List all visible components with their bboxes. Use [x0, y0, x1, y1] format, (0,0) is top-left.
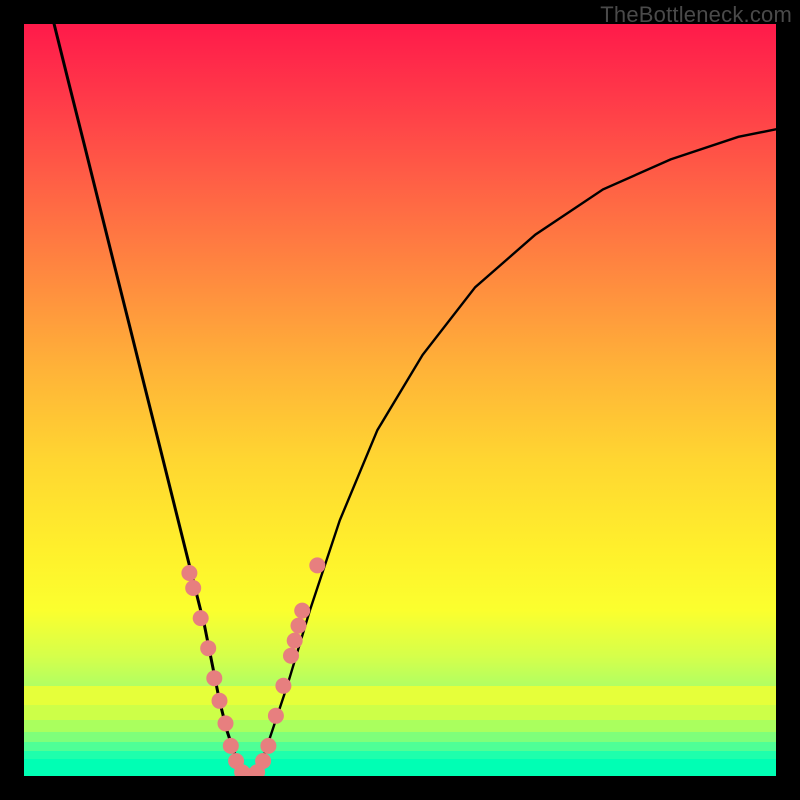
- highlight-dot: [268, 708, 284, 724]
- highlight-dot: [260, 738, 276, 754]
- highlight-dot: [275, 678, 291, 694]
- curve-right-branch: [250, 129, 776, 776]
- highlight-dot: [287, 633, 303, 649]
- watermark-text: TheBottleneck.com: [600, 2, 792, 28]
- outer-black-frame: [24, 24, 776, 776]
- highlight-dot: [200, 640, 216, 656]
- highlight-dot: [185, 580, 201, 596]
- highlight-dot: [218, 715, 234, 731]
- curve-left-branch: [54, 24, 250, 776]
- highlight-dot: [223, 738, 239, 754]
- highlight-dot: [212, 693, 228, 709]
- highlight-dot: [291, 618, 307, 634]
- highlight-dot: [181, 565, 197, 581]
- plot-area: [24, 24, 776, 776]
- highlight-dot: [255, 753, 271, 769]
- highlight-dot: [193, 610, 209, 626]
- highlight-dot: [283, 648, 299, 664]
- bottleneck-curve-svg: [24, 24, 776, 776]
- highlight-dot: [309, 557, 325, 573]
- highlight-dot: [206, 670, 222, 686]
- highlight-dot: [294, 603, 310, 619]
